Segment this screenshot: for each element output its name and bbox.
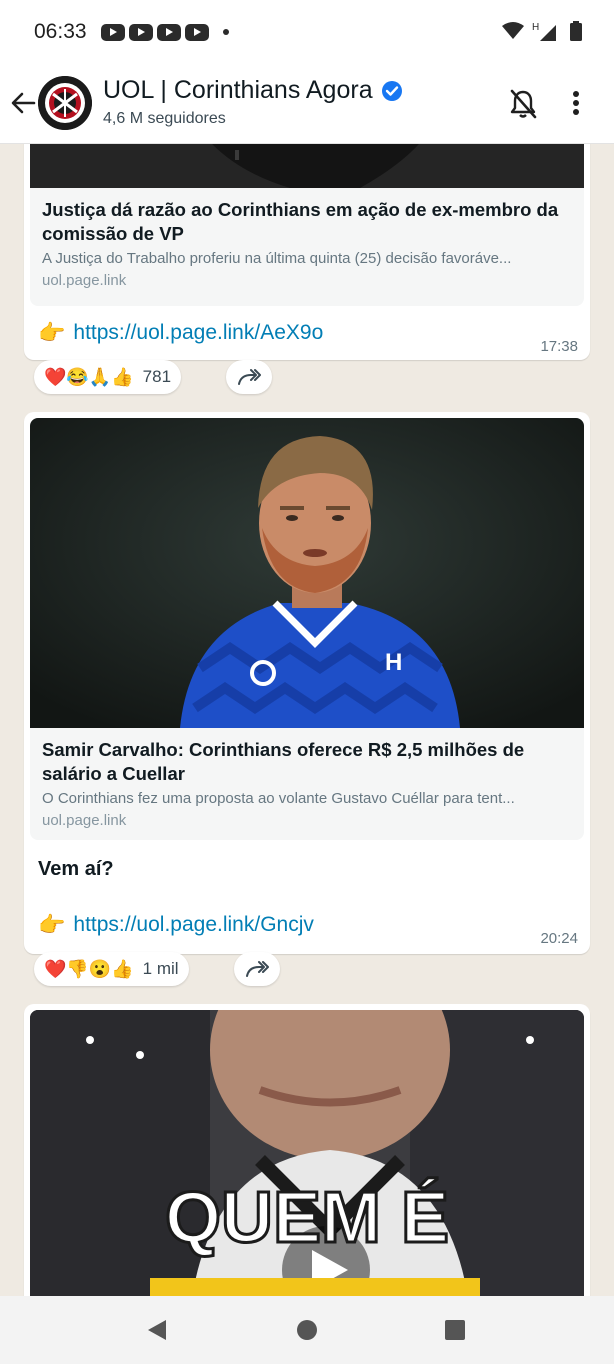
pointing-hand-icon: 👉	[38, 912, 66, 937]
followers-count: 4,6 M seguidores	[103, 110, 226, 127]
svg-text:H: H	[532, 22, 539, 33]
link-preview-card[interactable]: Samir Carvalho: Corinthians oferece R$ 2…	[30, 728, 584, 840]
forward-icon	[246, 961, 269, 977]
verified-badge-icon	[381, 80, 402, 101]
link-preview-domain: uol.page.link	[42, 272, 127, 289]
post-bubble[interactable]: Justiça dá razão ao Corinthians em ação …	[24, 144, 590, 360]
youtube-notification-icon	[156, 23, 181, 41]
post-image[interactable]	[30, 144, 584, 188]
post-message: Vem aí?	[38, 858, 114, 880]
post-link[interactable]: https://uol.page.link/Gncjv	[73, 913, 313, 937]
signal-icon: H	[532, 22, 556, 41]
corinthians-logo-icon	[38, 76, 92, 130]
reaction-emojis: ❤️😂🙏👍	[44, 366, 134, 387]
forward-button[interactable]	[226, 360, 272, 394]
forward-icon	[238, 369, 261, 385]
post-time: 20:24	[540, 930, 578, 947]
post-time: 17:38	[540, 338, 578, 355]
nav-back-icon[interactable]	[146, 1318, 168, 1342]
wifi-icon	[502, 22, 524, 39]
nav-recents-icon[interactable]	[444, 1319, 466, 1341]
link-preview-title: Samir Carvalho: Corinthians oferece R$ 2…	[42, 739, 525, 784]
more-options-icon[interactable]	[572, 90, 580, 116]
post-bubble[interactable]: QUEM É	[24, 1004, 590, 1296]
youtube-notification-icon	[100, 23, 125, 41]
post-bubble[interactable]: H Samir Carvalho: Corinthians oferece R$…	[24, 412, 590, 954]
post-link-line: 👉 https://uol.page.link/Gncjv	[38, 912, 314, 938]
link-preview-title: Justiça dá razão ao Corinthians em ação …	[42, 199, 559, 244]
channel-avatar[interactable]	[38, 76, 92, 130]
youtube-notification-icon	[184, 23, 209, 41]
post-link[interactable]: https://uol.page.link/AeX9o	[73, 321, 323, 345]
more-notifications-dot	[222, 29, 229, 35]
reaction-count: 1 mil	[142, 959, 179, 978]
video-overlay-text: QUEM É	[165, 1178, 449, 1258]
post-link-line: 👉 https://uol.page.link/AeX9o	[38, 320, 323, 346]
status-time: 06:33	[34, 20, 87, 43]
nav-home-icon[interactable]	[296, 1319, 318, 1341]
back-arrow-icon[interactable]	[10, 90, 36, 116]
forward-button[interactable]	[234, 952, 280, 986]
channel-feed[interactable]: Justiça dá razão ao Corinthians em ação …	[0, 144, 614, 1296]
reactions-pill[interactable]: ❤️😂🙏👍 781	[34, 360, 182, 394]
channel-name-text: UOL | Corinthians Agora	[103, 76, 373, 104]
post-image[interactable]: H	[30, 418, 584, 728]
link-preview-description: O Corinthians fez uma proposta ao volant…	[42, 790, 515, 807]
youtube-notification-icon	[128, 23, 153, 41]
post-video-thumbnail[interactable]: QUEM É	[30, 1010, 584, 1296]
channel-header: UOL | Corinthians Agora 4,6 M seguidores	[0, 64, 614, 144]
reactions-pill[interactable]: ❤️👎😮👍 1 mil	[34, 952, 189, 986]
svg-text:H: H	[385, 649, 402, 676]
link-preview-description: A Justiça do Trabalho proferiu na última…	[42, 250, 512, 267]
battery-icon	[570, 21, 582, 41]
channel-name[interactable]: UOL | Corinthians Agora	[103, 76, 403, 105]
muted-bell-icon[interactable]	[508, 88, 538, 120]
link-preview-domain: uol.page.link	[42, 812, 127, 829]
system-navigation-bar	[0, 1296, 614, 1364]
reaction-count: 781	[142, 367, 172, 386]
status-bar: 06:33 H	[0, 0, 614, 64]
link-preview-card[interactable]: Justiça dá razão ao Corinthians em ação …	[30, 188, 584, 306]
pointing-hand-icon: 👉	[38, 320, 66, 345]
reaction-emojis: ❤️👎😮👍	[44, 958, 134, 979]
